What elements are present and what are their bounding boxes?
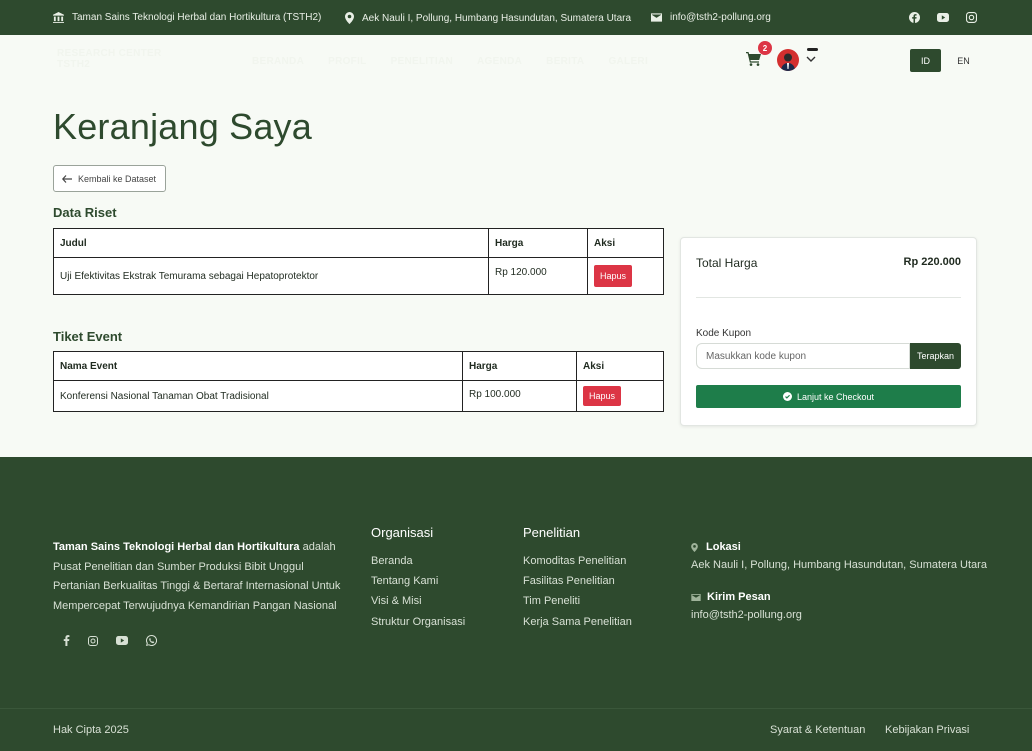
hapus-button[interactable]: Hapus <box>583 386 622 406</box>
footer-link-tim[interactable]: Tim Peneliti <box>523 595 580 607</box>
event-action-cell: Hapus <box>576 380 664 412</box>
lang-en-button[interactable]: EN <box>948 49 979 72</box>
back-label: Kembali ke Dataset <box>78 173 157 184</box>
email-text: info@tsth2-pollung.org <box>670 12 771 23</box>
social-icons <box>909 12 977 23</box>
instagram-icon[interactable] <box>88 635 98 646</box>
message-value[interactable]: info@tsth2-pollung.org <box>691 609 802 621</box>
hapus-button[interactable]: Hapus <box>594 265 633 287</box>
main-navbar: RESEARCH CENTER TSTH2 BERANDA PROFIL PEN… <box>0 35 1032 85</box>
location-value: Aek Nauli I, Pollung, Humbang Hasundutan… <box>691 559 987 571</box>
col-harga: Harga <box>488 228 588 258</box>
youtube-icon[interactable] <box>937 13 949 22</box>
col-aksi: Aksi <box>587 228 664 258</box>
terms-link[interactable]: Syarat & Ketentuan <box>770 724 865 736</box>
event-title-cell: Konferensi Nasional Tanaman Obat Tradisi… <box>53 380 463 412</box>
page-title: Keranjang Saya <box>53 106 312 147</box>
event-table: Nama Event Harga Aksi Konferensi Nasiona… <box>53 351 664 412</box>
riset-title-cell: Uji Efektivitas Ekstrak Temurama sebagai… <box>53 257 489 295</box>
mail-icon <box>691 593 701 601</box>
mail-icon <box>651 13 662 22</box>
map-pin-icon <box>345 12 354 24</box>
table-row: Konferensi Nasional Tanaman Obat Tradisi… <box>53 380 664 412</box>
col-judul: Judul <box>53 228 489 258</box>
cart-button[interactable]: 2 <box>746 41 772 71</box>
back-to-dataset-button[interactable]: Kembali ke Dataset <box>53 165 166 192</box>
org-heading: Organisasi <box>371 525 434 540</box>
org-name: Taman Sains Teknologi Herbal dan Hortiku… <box>72 12 322 23</box>
checkout-button[interactable]: Lanjut ke Checkout <box>696 385 961 408</box>
footer-link-beranda[interactable]: Beranda <box>371 555 413 567</box>
cart-count-badge: 2 <box>758 41 772 55</box>
footer-link-fasilitas[interactable]: Fasilitas Penelitian <box>523 575 615 587</box>
instagram-icon[interactable] <box>966 12 977 23</box>
avatar-icon <box>781 53 795 71</box>
total-value: Rp 220.000 <box>903 256 961 268</box>
checkout-label: Lanjut ke Checkout <box>796 391 875 402</box>
event-heading: Tiket Event <box>53 329 123 344</box>
privacy-link[interactable]: Kebijakan Privasi <box>885 724 969 736</box>
message-label: Kirim Pesan <box>707 591 771 603</box>
chevron-down-icon <box>806 56 816 62</box>
nav-link-beranda[interactable]: BERANDA <box>252 56 304 67</box>
copyright: Hak Cipta 2025 <box>53 724 129 736</box>
riset-header-row: Judul Harga Aksi <box>53 228 664 258</box>
address-info: Aek Nauli I, Pollung, Humbang Hasundutan… <box>345 12 631 24</box>
col-aksi: Aksi <box>576 351 664 381</box>
map-pin-icon <box>691 542 698 552</box>
about-org-name: Taman Sains Teknologi Herbal dan Hortiku… <box>53 541 300 553</box>
footer-link-komoditas[interactable]: Komoditas Penelitian <box>523 555 626 567</box>
site-footer: Taman Sains Teknologi Herbal dan Hortiku… <box>0 457 1032 751</box>
footer-link-tentang[interactable]: Tentang Kami <box>371 575 438 587</box>
footer-link-kerjasama[interactable]: Kerja Sama Penelitian <box>523 616 632 628</box>
whatsapp-icon[interactable] <box>146 635 157 646</box>
user-menu-toggle[interactable] <box>806 48 818 63</box>
nav-link-penelitian[interactable]: PENELITIAN <box>391 56 453 67</box>
research-heading: Penelitian <box>523 525 581 540</box>
org-info: Taman Sains Teknologi Herbal dan Hortiku… <box>53 12 321 23</box>
facebook-icon[interactable] <box>909 12 920 23</box>
riset-action-cell: Hapus <box>587 257 664 295</box>
riset-table: Judul Harga Aksi Uji Efektivitas Ekstrak… <box>53 228 664 295</box>
site-logo[interactable]: RESEARCH CENTER TSTH2 <box>57 48 167 70</box>
event-price-cell: Rp 100.000 <box>462 380 577 412</box>
shopping-cart-icon <box>746 52 761 66</box>
top-info-bar: Taman Sains Teknologi Herbal dan Hortiku… <box>0 0 1032 35</box>
facebook-icon[interactable] <box>63 635 70 646</box>
table-row: Uji Efektivitas Ekstrak Temurama sebagai… <box>53 257 664 295</box>
footer-divider <box>0 708 1032 709</box>
footer-social <box>63 635 157 646</box>
location-heading: Lokasi <box>691 541 741 553</box>
nav-link-profil[interactable]: PROFIL <box>328 56 366 67</box>
summary-divider <box>696 297 961 298</box>
nav-link-agenda[interactable]: AGENDA <box>477 56 522 67</box>
address-text: Aek Nauli I, Pollung, Humbang Hasundutan… <box>362 12 632 24</box>
coupon-label: Kode Kupon <box>696 328 752 339</box>
total-label: Total Harga <box>696 256 758 270</box>
lang-id-button[interactable]: ID <box>910 49 941 72</box>
check-circle-icon <box>782 392 792 401</box>
message-heading: Kirim Pesan <box>691 591 771 603</box>
nav-link-berita[interactable]: BERITA <box>546 56 584 67</box>
nav-links: BERANDA PROFIL PENELITIAN AGENDA BERITA … <box>252 56 648 67</box>
location-label: Lokasi <box>706 541 741 553</box>
riset-price-cell: Rp 120.000 <box>488 257 588 295</box>
user-avatar[interactable] <box>777 49 799 71</box>
nav-link-galeri[interactable]: GALERI <box>608 56 648 67</box>
apply-coupon-button[interactable]: Terapkan <box>910 343 961 369</box>
col-nama-event: Nama Event <box>53 351 463 381</box>
coupon-input[interactable]: Masukkan kode kupon <box>696 343 910 369</box>
riset-heading: Data Riset <box>53 205 117 220</box>
menu-indicator <box>807 48 818 51</box>
bank-icon <box>53 12 64 23</box>
col-harga: Harga <box>462 351 577 381</box>
arrow-left-icon <box>62 174 72 183</box>
footer-about: Taman Sains Teknologi Herbal dan Hortiku… <box>53 538 343 616</box>
footer-link-struktur[interactable]: Struktur Organisasi <box>371 616 465 628</box>
event-header-row: Nama Event Harga Aksi <box>53 351 664 381</box>
youtube-icon[interactable] <box>116 636 128 645</box>
email-info[interactable]: info@tsth2-pollung.org <box>651 12 771 23</box>
footer-link-visi-misi[interactable]: Visi & Misi <box>371 595 422 607</box>
